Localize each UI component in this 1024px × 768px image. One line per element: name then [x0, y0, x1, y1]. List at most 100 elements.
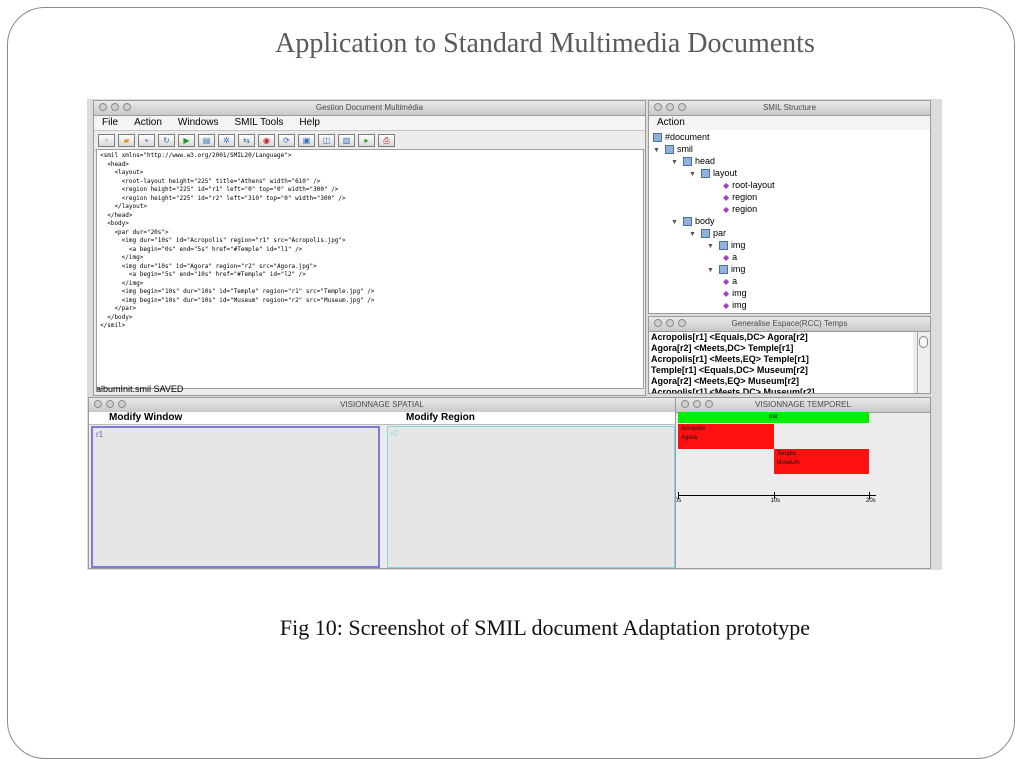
structure-window-title: SMIL Structure [762, 103, 817, 112]
close-icon[interactable] [654, 103, 662, 111]
menu-bar: File Action Windows SMIL Tools Help [94, 116, 645, 131]
relation-item[interactable]: Agora[r2] <Meets,DC> Temple[r1] [651, 343, 913, 354]
chart-icon[interactable]: ▤ [198, 134, 215, 147]
close-icon[interactable] [681, 400, 689, 408]
code-line: <img begin="10s" dur="10s" id="Temple" r… [100, 288, 375, 295]
leaf-icon: ◆ [723, 301, 730, 310]
tree-node-label: img [730, 264, 746, 274]
relations-list[interactable]: Acropolis[r1] <Equals,DC> Agora[r2] Agora… [650, 332, 913, 393]
region-r2-label: r2 [391, 429, 399, 438]
zoom-icon[interactable] [123, 103, 131, 111]
timeline-bar-group[interactable]: Acropolis Agora [678, 424, 774, 449]
disclosure-triangle-icon[interactable]: ▼ [689, 231, 696, 238]
modify-window-button[interactable]: Modify Window [109, 412, 182, 424]
settings-icon[interactable]: ✲ [218, 134, 235, 147]
code-line: <smil xmlns="http://www.w3.org/2001/SMIL… [100, 152, 292, 159]
main-window-titlebar[interactable]: Gestion Document Multimédia [94, 101, 645, 116]
menu-help[interactable]: Help [299, 116, 320, 130]
minimize-icon[interactable] [693, 400, 701, 408]
code-line: </img> [100, 254, 144, 261]
code-line: <par dur="20s"> [100, 228, 169, 236]
relation-item[interactable]: Acropolis[r1] <Meets,DC> Museum[r2] [651, 387, 913, 393]
structure-window-titlebar[interactable]: SMIL Structure [649, 101, 930, 116]
window-merge-icon[interactable]: ▥ [338, 134, 355, 147]
save-icon[interactable]: ▪ [138, 134, 155, 147]
disclosure-triangle-icon[interactable]: ▼ [707, 267, 714, 274]
zoom-icon[interactable] [705, 400, 713, 408]
leaf-icon: ◆ [723, 181, 730, 190]
tree-node[interactable]: #document [653, 131, 710, 143]
close-icon[interactable] [654, 319, 662, 327]
code-line: </layout> [100, 203, 147, 210]
timeline-bar-par[interactable]: par [678, 412, 869, 423]
refresh-icon[interactable]: ⟳ [278, 134, 295, 147]
temporal-window-titlebar[interactable]: VISIONNAGE TEMPOREL [676, 398, 930, 413]
scroll-thumb[interactable] [919, 336, 928, 348]
disclosure-triangle-icon[interactable]: ▼ [671, 159, 678, 166]
menu-windows[interactable]: Windows [178, 116, 219, 130]
node-icon [653, 133, 662, 143]
modify-region-button[interactable]: Modify Region [406, 412, 475, 424]
structure-menu-bar: Action [649, 116, 930, 131]
tree-node-label: a [732, 276, 738, 286]
relation-item[interactable]: Acropolis[r1] <Equals,DC> Agora[r2] [651, 332, 913, 343]
menu-file[interactable]: File [102, 116, 118, 130]
tree-node-label: #document [665, 132, 710, 142]
spatial-window-title: VISIONNAGE SPATIAL [340, 400, 424, 409]
node-icon [718, 265, 728, 275]
minimize-icon[interactable] [666, 319, 674, 327]
code-line: <layout> [100, 169, 144, 176]
close-icon[interactable] [99, 103, 107, 111]
tree-node[interactable]: ◆ region [723, 203, 757, 216]
open-folder-icon[interactable]: ▰ [118, 134, 135, 147]
menu-action[interactable]: Action [657, 116, 685, 130]
figure-caption: Fig 10: Screenshot of SMIL document Adap… [279, 615, 811, 640]
tree-node-label: body [694, 216, 715, 226]
window-split-icon[interactable]: ◫ [318, 134, 335, 147]
disclosure-triangle-icon[interactable]: ▼ [653, 147, 660, 154]
timeline-bar-label: Temple [776, 451, 796, 457]
tree-node-label: layout [712, 168, 737, 178]
relation-item[interactable]: Temple[r1] <Equals,DC> Museum[r2] [651, 365, 913, 376]
tree-node[interactable]: ◆ img [723, 299, 747, 312]
scrollbar[interactable] [917, 332, 929, 393]
play-icon[interactable]: ▶ [178, 134, 195, 147]
timeline-bar-group[interactable]: Temple Museum [773, 449, 869, 474]
disclosure-triangle-icon[interactable]: ▼ [671, 219, 678, 226]
node-icon [700, 169, 710, 179]
relations-window-titlebar[interactable]: Generalise Espace(RCC) Temps [649, 317, 930, 332]
record-icon[interactable]: ◉ [258, 134, 275, 147]
slide-title: Application to Standard Multimedia Docum… [275, 28, 815, 59]
menu-smil-tools[interactable]: SMIL Tools [235, 116, 284, 130]
region-r2[interactable]: r2 [387, 426, 675, 568]
relation-item[interactable]: Agora[r2] <Meets,EQ> Museum[r2] [651, 376, 913, 387]
menu-action[interactable]: Action [134, 116, 162, 130]
zoom-icon[interactable] [678, 103, 686, 111]
screenshot: Gestion Document Multimédia File Action … [87, 99, 942, 570]
region-r1[interactable]: r1 [91, 426, 380, 568]
export-icon[interactable]: ⎙ [378, 134, 395, 147]
sync-icon[interactable]: ↻ [158, 134, 175, 147]
close-icon[interactable] [94, 400, 102, 408]
minimize-icon[interactable] [666, 103, 674, 111]
run-icon[interactable]: ▸ [358, 134, 375, 147]
minimize-icon[interactable] [111, 103, 119, 111]
timeline-bar-label: Acropolis [681, 426, 706, 432]
timeline-tick-label: 10s [770, 498, 781, 504]
zoom-icon[interactable] [118, 400, 126, 408]
minimize-icon[interactable] [106, 400, 114, 408]
new-file-icon[interactable]: ▫ [98, 134, 115, 147]
zoom-icon[interactable] [678, 319, 686, 327]
transform-icon[interactable]: ⇆ [238, 134, 255, 147]
spatial-window-titlebar[interactable]: VISIONNAGE SPATIAL [89, 398, 675, 413]
smil-code-editor[interactable]: <smil xmlns="http://www.w3.org/2001/SMIL… [96, 149, 644, 389]
timeline-bar-label: Museum [776, 460, 800, 466]
leaf-icon: ◆ [723, 277, 730, 286]
tree-node-label: root-layout [732, 180, 775, 190]
disclosure-triangle-icon[interactable]: ▼ [707, 243, 714, 250]
window-icon[interactable]: ▣ [298, 134, 315, 147]
relation-item[interactable]: Acropolis[r1] <Meets,EQ> Temple[r1] [651, 354, 913, 365]
code-line: <a begin="0s" end="5s" href="#Temple" id… [100, 245, 303, 253]
code-line: <body> [100, 220, 129, 227]
disclosure-triangle-icon[interactable]: ▼ [689, 171, 696, 178]
